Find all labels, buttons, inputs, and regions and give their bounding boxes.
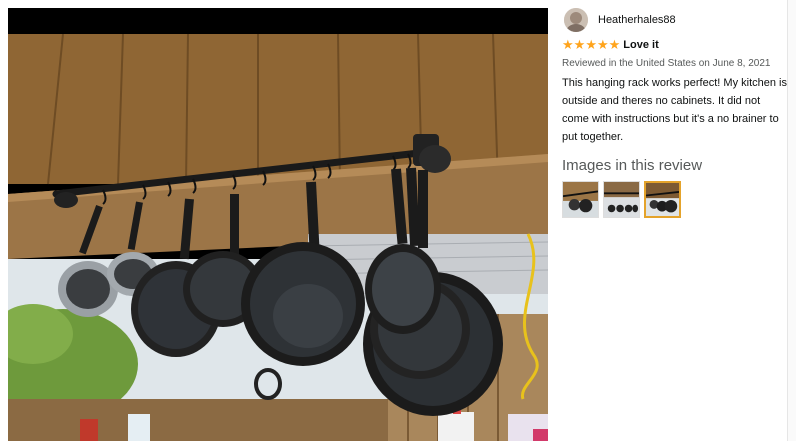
images-heading: Images in this review [562,157,703,174]
review-image-thumbnail[interactable] [562,181,599,218]
review-image-thumbnails [562,181,784,218]
reviewer-profile[interactable]: Heatherhales88 [562,7,784,33]
review-image-viewer [8,8,548,441]
review-title[interactable]: Love it [623,39,658,51]
avatar[interactable] [564,8,588,32]
rating-row: ★ ★ ★ ★ ★ Love it [562,37,784,53]
star-icon: ★ [562,37,574,52]
star-icon: ★ [608,37,621,52]
review-photo [8,34,548,441]
star-icon: ★ [573,37,586,52]
review-image-thumbnail-selected[interactable] [644,181,681,218]
scrollbar[interactable] [787,0,796,441]
review-date: Reviewed in the United States on June 8,… [562,58,771,69]
star-rating[interactable]: ★ ★ ★ ★ ★ [562,38,620,52]
reviewer-name[interactable]: Heatherhales88 [598,14,676,26]
review-panel: Heatherhales88 ★ ★ ★ ★ ★ Love it Reviewe… [562,7,787,218]
star-icon: ★ [596,37,609,52]
review-image-thumbnail[interactable] [603,181,640,218]
star-icon: ★ [585,37,597,52]
review-text: This hanging rack works perfect! My kitc… [562,77,787,143]
